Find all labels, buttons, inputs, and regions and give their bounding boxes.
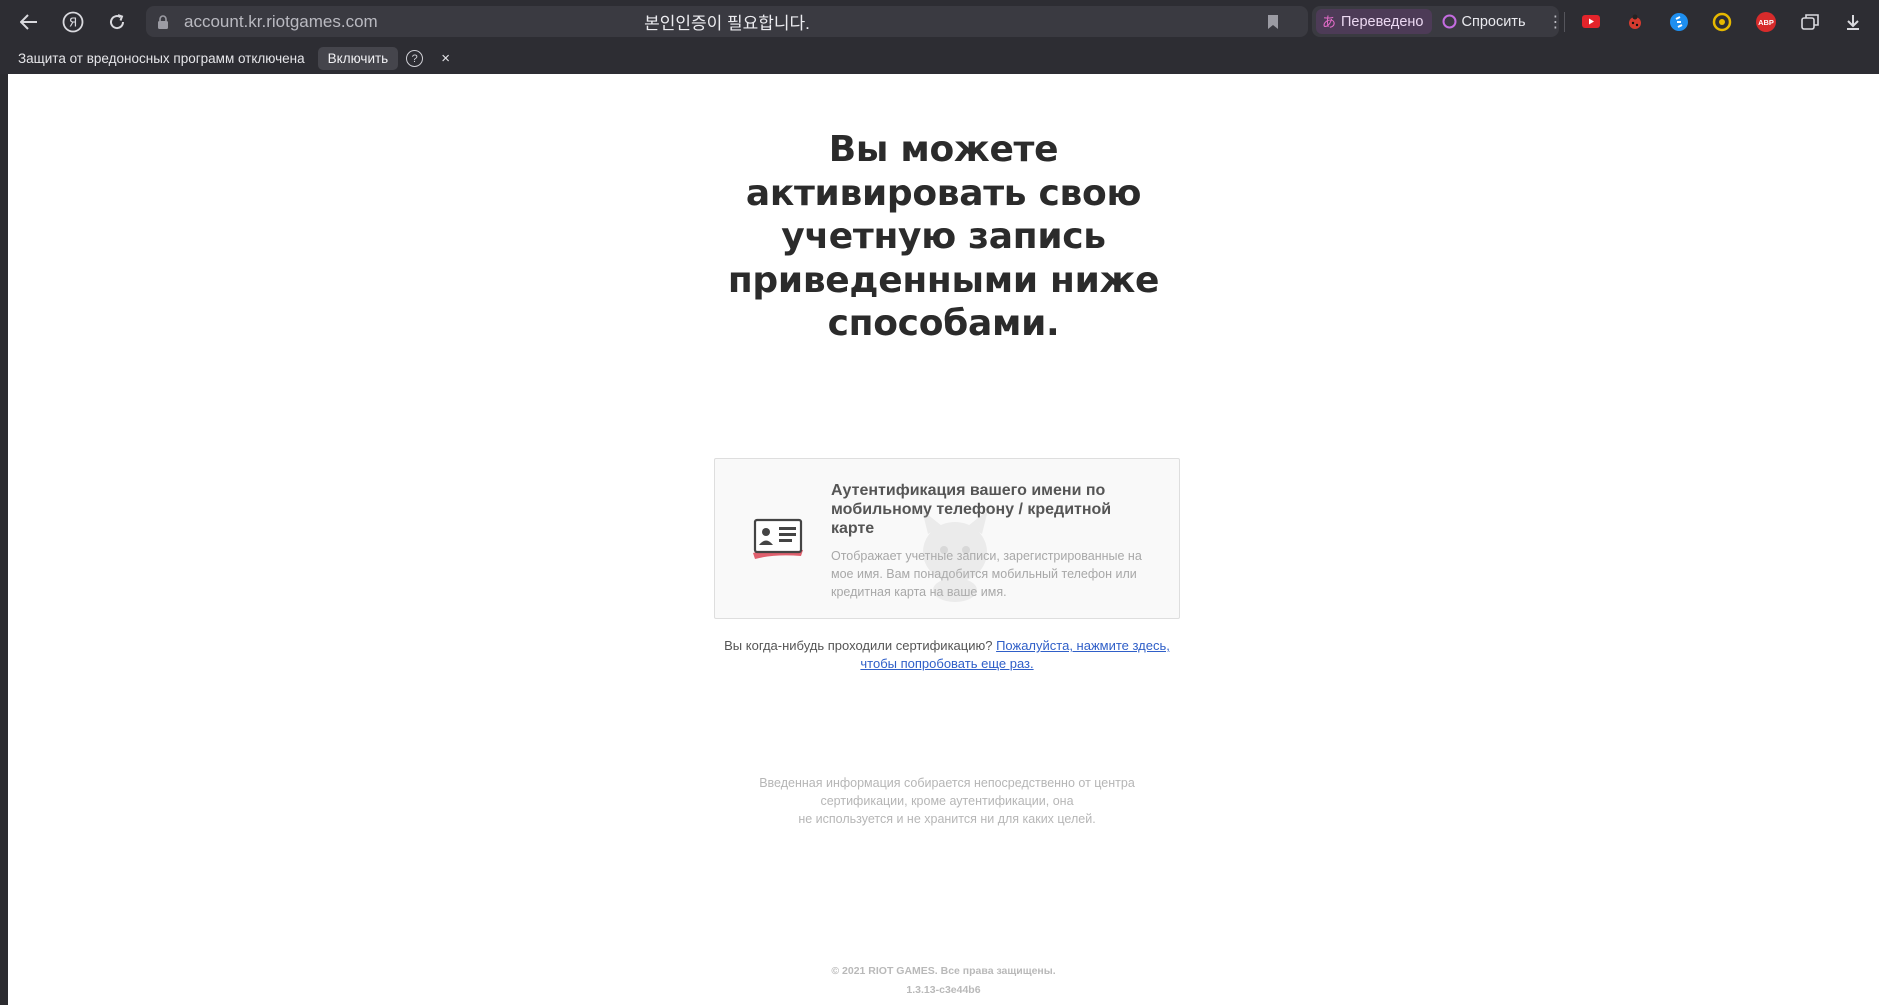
lock-icon bbox=[158, 14, 168, 29]
card-title-line: Аутентификация вашего имени по bbox=[831, 482, 1106, 499]
reload-button[interactable] bbox=[102, 7, 132, 37]
main-heading: Вы можете активировать свою учетную запи… bbox=[8, 128, 1879, 346]
help-icon[interactable]: ? bbox=[406, 50, 424, 67]
retry-question: Вы когда-нибудь проходили сертификацию? bbox=[724, 638, 993, 653]
adblock-icon[interactable]: ABP bbox=[1755, 11, 1777, 33]
browser-toolbar: Я account.kr.riotgames.com 본인인증이 필요합니다. … bbox=[0, 0, 1879, 43]
page-footer: © 2021 RIOT GAMES. Все права защищены. 1… bbox=[8, 962, 1879, 1000]
ladybug-icon[interactable] bbox=[1624, 11, 1646, 33]
heading-line: Вы можете bbox=[828, 129, 1059, 170]
note-line: Введенная информация собирается непосред… bbox=[759, 776, 1135, 790]
back-button[interactable] bbox=[14, 7, 44, 37]
yandex-home-button[interactable]: Я bbox=[58, 7, 88, 37]
alice-icon bbox=[1442, 14, 1456, 29]
collections-icon[interactable] bbox=[1799, 11, 1821, 33]
footer-copyright: © 2021 RIOT GAMES. Все права защищены. bbox=[831, 965, 1056, 977]
heading-line: способами. bbox=[827, 303, 1060, 344]
privacy-note: Введенная информация собирается непосред… bbox=[714, 774, 1180, 828]
security-infobar: Защита от вредоносных программ отключена… bbox=[0, 43, 1879, 74]
note-line: сертификации, кроме аутентификации, она bbox=[820, 794, 1074, 808]
retry-link-line[interactable]: Пожалуйста, нажмите здесь, bbox=[996, 638, 1170, 653]
id-card-icon bbox=[753, 518, 803, 559]
bookmark-icon[interactable] bbox=[1266, 14, 1280, 30]
translated-label: Переведено bbox=[1341, 13, 1424, 30]
note-line: не используется и не хранится ни для как… bbox=[798, 812, 1096, 826]
ask-button[interactable]: Спросить bbox=[1442, 14, 1526, 30]
enable-protection-button[interactable]: Включить bbox=[317, 47, 399, 70]
heading-line: приведенными ниже bbox=[727, 259, 1160, 301]
retry-certification: Вы когда-нибудь проходили сертификацию? … bbox=[714, 637, 1180, 673]
translate-icon: あ bbox=[1322, 13, 1336, 30]
translate-ask-group: あ Переведено Спросить ⋮ bbox=[1312, 6, 1564, 37]
mascot-watermark-icon bbox=[922, 510, 988, 602]
coin-icon[interactable] bbox=[1711, 11, 1733, 33]
arrow-left-icon bbox=[20, 13, 37, 30]
adblock-label: ABP bbox=[1758, 17, 1774, 27]
yandex-icon: Я bbox=[62, 11, 84, 32]
shazam-icon[interactable] bbox=[1668, 11, 1690, 33]
page-content: Вы можете активировать свою учетную запи… bbox=[8, 74, 1879, 1005]
url-text[interactable]: account.kr.riotgames.com bbox=[184, 12, 378, 32]
translated-button[interactable]: あ Переведено bbox=[1316, 9, 1432, 34]
heading-line: активировать свою bbox=[745, 172, 1142, 214]
address-bar[interactable]: account.kr.riotgames.com 본인인증이 필요합니다. bbox=[146, 6, 1308, 37]
window-edge bbox=[0, 74, 8, 1005]
retry-link-line[interactable]: чтобы попробовать еще раз. bbox=[860, 656, 1033, 671]
infobar-message: Защита от вредоносных программ отключена bbox=[18, 51, 305, 66]
footer-version: 1.3.13-c3e44b6 bbox=[906, 984, 981, 996]
svg-text:Я: Я bbox=[69, 15, 77, 29]
youtube-icon[interactable] bbox=[1580, 11, 1602, 33]
close-infobar-icon[interactable]: × bbox=[441, 50, 450, 67]
more-menu-icon[interactable]: ⋮ bbox=[1548, 12, 1564, 32]
heading-line: учетную запись bbox=[781, 216, 1106, 257]
toolbar-divider bbox=[1564, 12, 1565, 32]
ask-label: Спросить bbox=[1461, 13, 1526, 30]
page-title: 본인인증이 필요합니다. bbox=[644, 14, 810, 33]
download-icon[interactable] bbox=[1842, 11, 1864, 33]
reload-icon bbox=[110, 13, 125, 29]
